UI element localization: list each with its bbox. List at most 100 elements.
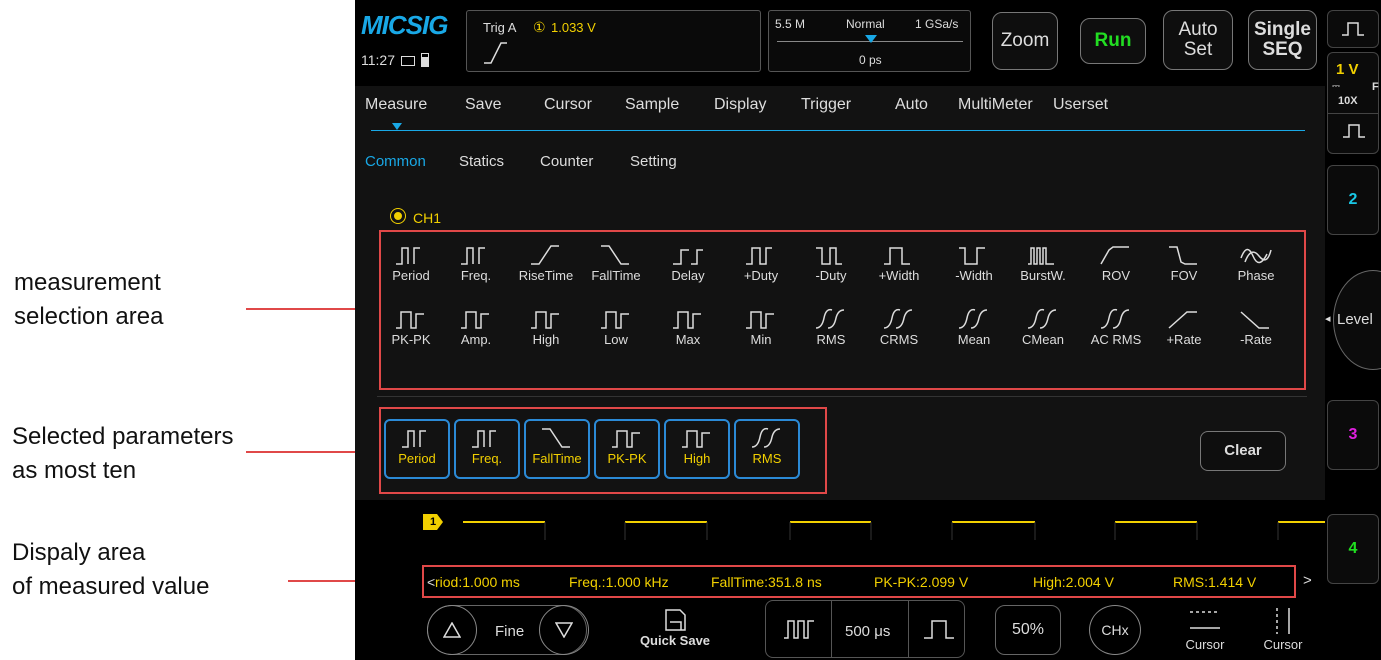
single-seq-button[interactable]: Single SEQ — [1248, 10, 1317, 70]
annotation-line: measurement — [14, 269, 161, 296]
measurement-item-crms[interactable]: CRMS — [865, 306, 933, 370]
results-next-arrow[interactable]: > — [1303, 572, 1312, 589]
measurement-item-amp[interactable]: Amp. — [442, 306, 510, 370]
selected-item-falltime[interactable]: FallTime — [524, 419, 590, 479]
measurement-item-fov[interactable]: FOV — [1150, 242, 1218, 306]
measurement-item-rms[interactable]: RMS — [797, 306, 865, 370]
results-prev-arrow[interactable]: < — [427, 574, 435, 590]
measurement-label: FOV — [1170, 268, 1198, 283]
measurement-item-ac-rms[interactable]: AC RMS — [1082, 306, 1150, 370]
timebase-compress-icon[interactable] — [783, 618, 815, 640]
channel-side-panel: 1 V ⎓ F 10X 2 Level ◂ 3 4 — [1325, 0, 1381, 660]
selected-item-rms[interactable]: RMS — [734, 419, 800, 479]
tab-display[interactable]: Display — [714, 96, 766, 114]
ch2-button[interactable]: 2 — [1327, 165, 1379, 235]
measurement-item-freq[interactable]: Freq. — [442, 242, 510, 306]
pulse-icon — [1342, 22, 1364, 36]
measurement-item-pk-pk[interactable]: PK-PK — [377, 306, 445, 370]
measurement-label: Freq. — [460, 268, 492, 283]
trigger-info[interactable]: Trig A ① 1.033 V — [466, 10, 761, 72]
clear-button[interactable]: Clear — [1200, 431, 1286, 471]
measurement-item-duty[interactable]: +Duty — [727, 242, 795, 306]
measurement-label: High — [532, 332, 560, 347]
selected-item-freq[interactable]: Freq. — [454, 419, 520, 479]
horizontal-cursor-button[interactable]: Cursor — [1177, 606, 1233, 654]
acquisition-info[interactable]: 5.5 M Normal 1 GSa/s 0 ps — [768, 10, 971, 72]
rms-icon — [815, 308, 845, 329]
ch3-button[interactable]: 3 — [1327, 400, 1379, 470]
measurement-label: +Duty — [743, 268, 779, 283]
measurement-item-high[interactable]: High — [512, 306, 580, 370]
measurement-item-delay[interactable]: Delay — [654, 242, 722, 306]
run-button[interactable]: Run — [1080, 18, 1146, 64]
tab-userset[interactable]: Userset — [1053, 96, 1108, 114]
measurement-item-period[interactable]: Period — [377, 242, 445, 306]
low-icon — [601, 311, 629, 329]
chx-button[interactable]: CHx — [1089, 605, 1141, 655]
min-icon — [746, 311, 774, 329]
subtab-counter[interactable]: Counter — [540, 153, 593, 170]
measurement-item-width[interactable]: -Width — [940, 242, 1008, 306]
tab-auto[interactable]: Auto — [895, 96, 928, 114]
ac-rms-icon — [1100, 308, 1130, 329]
measurement-item-falltime[interactable]: FallTime — [582, 242, 650, 306]
ch1-radio[interactable] — [391, 209, 405, 223]
ch1-settings[interactable]: 1 V ⎓ F 10X — [1327, 52, 1379, 154]
width-icon — [959, 247, 985, 265]
ch1-trigger-button[interactable] — [1327, 10, 1379, 48]
fifty-percent-button[interactable]: 50% — [995, 605, 1061, 655]
annotation-line: of measured value — [12, 573, 210, 600]
tab-cursor[interactable]: Cursor — [544, 96, 592, 114]
measurement-item-cmean[interactable]: CMean — [1009, 306, 1077, 370]
measurement-item-mean[interactable]: Mean — [940, 306, 1008, 370]
risetime-icon — [531, 245, 559, 265]
rov-icon — [1100, 246, 1129, 265]
quick-save-button[interactable]: Quick Save — [625, 602, 725, 660]
selected-item-pk-pk[interactable]: PK-PK — [594, 419, 660, 479]
tab-measure[interactable]: Measure — [365, 96, 427, 114]
measurement-item-low[interactable]: Low — [582, 306, 650, 370]
down-button[interactable] — [539, 605, 589, 655]
zoom-button[interactable]: Zoom — [992, 12, 1058, 70]
measurement-label: CMean — [1022, 332, 1064, 347]
subtab-setting[interactable]: Setting — [630, 153, 677, 170]
selected-item-high[interactable]: High — [664, 419, 730, 479]
tab-sample[interactable]: Sample — [625, 96, 679, 114]
subtab-statics[interactable]: Statics — [459, 153, 504, 170]
measurement-item-phase[interactable]: Phase — [1222, 242, 1290, 306]
selected-label: FallTime — [532, 451, 582, 466]
measurement-item-risetime[interactable]: RiseTime — [512, 242, 580, 306]
clock-time: 11:27 — [361, 52, 395, 68]
auto-set-button[interactable]: Auto Set — [1163, 10, 1233, 70]
subtab-common[interactable]: Common — [365, 153, 426, 170]
measurement-label: Min — [750, 332, 772, 347]
tab-trigger[interactable]: Trigger — [801, 96, 851, 114]
result-period: riod:1.000 ms — [435, 574, 520, 590]
ch4-button[interactable]: 4 — [1327, 514, 1379, 584]
measurement-item-rate[interactable]: +Rate — [1150, 306, 1218, 370]
selected-item-period[interactable]: Period — [384, 419, 450, 479]
measurement-item-rate[interactable]: -Rate — [1222, 306, 1290, 370]
measured-values-area — [422, 565, 1296, 598]
vertical-cursor-button[interactable]: Cursor — [1255, 606, 1311, 654]
timebase-divider — [908, 600, 909, 658]
tab-save[interactable]: Save — [465, 96, 501, 114]
trigger-level: 1.033 V — [551, 20, 596, 35]
level-knob[interactable]: Level — [1333, 270, 1381, 370]
tab-multimeter[interactable]: MultiMeter — [958, 96, 1033, 114]
up-button[interactable] — [427, 605, 477, 655]
timebase-expand-icon[interactable] — [923, 618, 955, 640]
pk-pk-icon — [396, 311, 424, 329]
measurement-item-burstw[interactable]: BurstW. — [1009, 242, 1077, 306]
crms-icon — [883, 308, 913, 329]
measurement-item-width[interactable]: +Width — [865, 242, 933, 306]
falltime-icon — [542, 428, 570, 448]
cursor-label: Cursor — [1263, 637, 1303, 652]
channel1-waveform — [463, 521, 1325, 540]
measurement-item-rov[interactable]: ROV — [1082, 242, 1150, 306]
result-rms: RMS:1.414 V — [1173, 574, 1257, 590]
menu-divider — [371, 130, 1305, 131]
measurement-item-min[interactable]: Min — [727, 306, 795, 370]
measurement-item-max[interactable]: Max — [654, 306, 722, 370]
measurement-item-duty[interactable]: -Duty — [797, 242, 865, 306]
